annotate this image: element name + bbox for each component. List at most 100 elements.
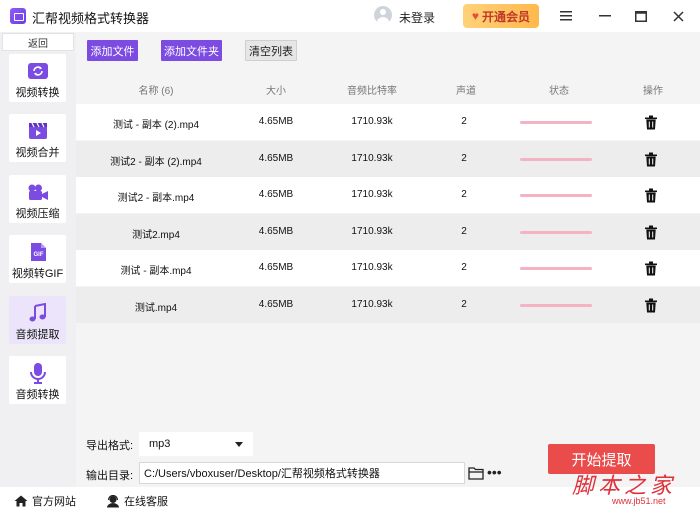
cell-size: 4.65MB [258,152,294,164]
cell-size: 4.65MB [258,298,294,310]
status-bar: 官方网站 在线客服 [0,487,700,513]
chevron-down-icon [235,442,243,447]
cell-name: 测试.mp4 [134,302,178,314]
vip-heart-icon: ♥ [471,9,480,23]
app-logo-icon [10,8,26,24]
header-channels: 声道 [456,86,476,97]
sidebar-item-label: 视频压缩 [15,208,60,220]
sidebar-item-label: 音频转换 [15,389,60,401]
table-row[interactable]: 测试2.mp4 4.65MB 1710.93k 2 [76,213,700,250]
header-name: 名称 (6) [138,86,174,97]
progress-bar [520,157,592,161]
sidebar-item-label: 视频转GIF [11,268,64,280]
format-value: mp3 [149,438,171,450]
video-convert-icon [27,60,49,82]
cell-channels: 2 [461,225,467,237]
file-table: 名称 (6) 大小 音频比特率 声道 状态 操作 测试 - 副本 (2).mp4… [76,70,700,428]
output-dir-field[interactable]: C:/Users/vboxuser/Desktop/汇帮视频格式转换器 [139,462,465,484]
cell-bitrate: 1710.93k [351,298,393,310]
cell-channels: 2 [461,262,467,273]
vip-label: 开通会员 [482,9,531,24]
sidebar-item-label: 音频提取 [15,329,60,341]
svg-text:GIF: GIF [33,252,43,258]
maximize-icon[interactable] [631,6,651,26]
menu-icon[interactable] [556,6,576,26]
online-support-label: 在线客服 [124,496,168,508]
more-options-button[interactable]: ••• [487,464,502,480]
table-header: 名称 (6) 大小 音频比特率 声道 状态 操作 [76,70,700,104]
close-icon[interactable] [668,6,688,26]
official-website-label: 官方网站 [32,496,76,508]
add-file-button[interactable]: 添加文件 [87,40,138,61]
vip-button[interactable]: ♥ 开通会员 [463,4,539,28]
cell-bitrate: 1710.93k [351,225,393,237]
cell-name: 测试2 - 副本 (2).mp4 [110,156,202,168]
table-row[interactable]: 测试 - 副本.mp4 4.65MB 1710.93k 2 [76,250,700,286]
app-title: 汇帮视频格式转换器 [32,11,150,26]
table-row[interactable]: 测试.mp4 4.65MB 1710.93k 2 [76,286,700,323]
cell-size: 4.65MB [258,225,294,237]
trash-icon[interactable] [644,261,658,276]
microphone-icon [27,362,49,384]
trash-icon[interactable] [644,188,658,203]
progress-bar [520,194,592,197]
progress-bar [520,121,592,124]
sidebar-item-label: 视频转换 [15,87,60,99]
sidebar: 返回 视频转换 视频合并 视频压缩 GIF 视频转GIF 音频提取 音频转换 [0,32,76,487]
format-label: 导出格式: [86,440,134,452]
folder-icon[interactable] [468,466,484,480]
sidebar-item-audio-convert[interactable]: 音频转换 [9,356,66,404]
trash-icon[interactable] [644,298,658,313]
toolbar: 添加文件 添加文件夹 清空列表 [76,32,700,70]
music-note-icon [27,302,49,324]
format-select[interactable]: mp3 [139,432,253,456]
progress-bar [520,303,592,307]
cell-channels: 2 [461,152,467,164]
trash-icon[interactable] [644,152,658,167]
cell-bitrate: 1710.93k [351,152,393,164]
table-row[interactable]: 测试2 - 副本.mp4 4.65MB 1710.93k 2 [76,177,700,213]
cell-name: 测试2.mp4 [132,229,180,241]
title-bar: 汇帮视频格式转换器 未登录 ♥ 开通会员 [0,0,700,32]
cell-bitrate: 1710.93k [351,189,393,200]
sidebar-item-video-convert[interactable]: 视频转换 [9,54,66,102]
support-agent-icon [107,494,119,507]
video-merge-icon [27,120,49,142]
sidebar-item-video-compress[interactable]: 视频压缩 [9,175,66,223]
header-bitrate: 音频比特率 [347,86,397,97]
user-avatar-icon[interactable] [374,6,392,24]
trash-icon[interactable] [644,115,658,130]
cell-size: 4.65MB [258,189,294,200]
back-button[interactable]: 返回 [2,33,74,51]
table-row[interactable]: 测试 - 副本 (2).mp4 4.65MB 1710.93k 2 [76,104,700,140]
online-support-link[interactable]: 在线客服 [106,493,168,509]
start-extract-button[interactable]: 开始提取 [548,444,655,474]
cell-name: 测试 - 副本 (2).mp4 [112,120,200,131]
sidebar-item-label: 视频合并 [15,147,60,159]
login-status[interactable]: 未登录 [399,9,435,26]
minimize-icon[interactable] [595,6,615,26]
sidebar-item-video-to-gif[interactable]: GIF 视频转GIF [9,235,66,283]
header-status: 状态 [549,86,569,97]
official-website-link[interactable]: 官方网站 [14,493,76,509]
output-panel: 导出格式: mp3 输出目录: C:/Users/vboxuser/Deskto… [76,428,700,487]
sidebar-item-video-merge[interactable]: 视频合并 [9,114,66,162]
trash-icon[interactable] [644,225,658,240]
cell-name: 测试2 - 副本.mp4 [117,193,195,204]
header-action: 操作 [643,86,663,97]
progress-bar [520,267,592,270]
gif-icon: GIF [27,241,49,263]
sidebar-item-audio-extract[interactable]: 音频提取 [9,296,66,344]
cell-channels: 2 [461,298,467,310]
video-compress-icon [27,181,49,203]
cell-name: 测试 - 副本.mp4 [120,266,192,277]
cell-channels: 2 [461,116,467,127]
cell-channels: 2 [461,189,467,200]
cell-bitrate: 1710.93k [351,262,393,273]
table-row[interactable]: 测试2 - 副本 (2).mp4 4.65MB 1710.93k 2 [76,140,700,177]
add-folder-button[interactable]: 添加文件夹 [161,40,222,61]
cell-bitrate: 1710.93k [351,116,393,127]
clear-list-button[interactable]: 清空列表 [245,40,297,61]
home-icon [14,495,28,507]
cell-size: 4.65MB [258,116,294,127]
